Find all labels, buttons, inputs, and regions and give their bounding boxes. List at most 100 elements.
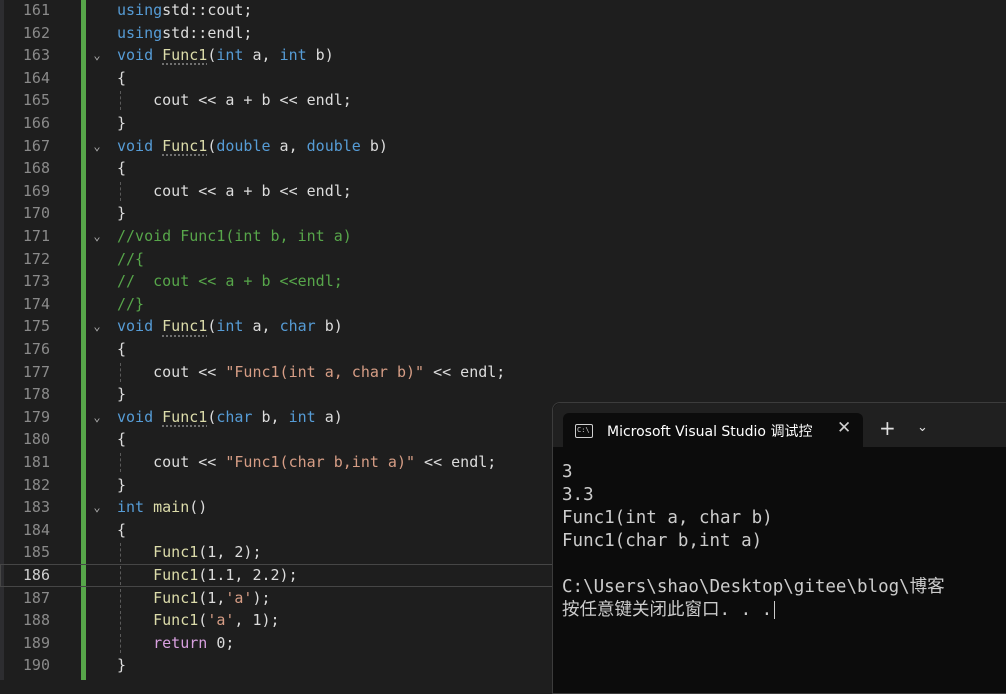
- line-number: 176: [22, 340, 50, 358]
- code-text: }: [117, 204, 127, 223]
- code-text: void Func1(int a, char b): [117, 317, 343, 336]
- code-line[interactable]: 172 //{: [0, 248, 1006, 271]
- code-line[interactable]: 168 {: [0, 157, 1006, 180]
- line-number: 186: [22, 566, 50, 584]
- line-number: 172: [22, 249, 50, 268]
- line-number: 167: [22, 136, 50, 155]
- fold-chevron-icon[interactable]: ⌄: [90, 135, 104, 158]
- line-number: 175: [22, 317, 50, 336]
- code-line[interactable]: 161 usingstd::cout;: [0, 0, 1006, 22]
- line-number: 184: [22, 520, 50, 539]
- debug-console-window[interactable]: C:\ Microsoft Visual Studio 调试控 ✕ + ⌄ 33…: [552, 402, 1006, 694]
- code-line[interactable]: 162 usingstd::endl;: [0, 22, 1006, 45]
- line-number: 161: [22, 1, 50, 19]
- console-output-line: 按任意键关闭此窗口. . .: [562, 599, 1006, 622]
- code-text: cout << "Func1(int a, char b)" << endl;: [117, 362, 506, 381]
- code-text: }: [117, 385, 127, 404]
- code-text: {: [117, 68, 127, 87]
- line-number: 171: [22, 227, 50, 245]
- code-line[interactable]: 175 ⌄ void Func1(int a, char b): [0, 315, 1006, 338]
- line-number: 183: [22, 498, 50, 517]
- line-number: 169: [22, 181, 50, 200]
- code-line[interactable]: 166}: [0, 112, 1006, 135]
- line-number: 180: [22, 430, 50, 449]
- line-number: 170: [22, 204, 50, 223]
- fold-chevron-icon[interactable]: ⌄: [90, 44, 104, 67]
- code-text: {: [117, 159, 127, 178]
- code-text: {: [117, 340, 127, 358]
- code-line[interactable]: 171 ⌄ //void Func1(int b, int a): [0, 225, 1006, 248]
- line-number: 188: [22, 611, 50, 630]
- code-line[interactable]: 163 ⌄ void Func1(int a, int b): [0, 44, 1006, 67]
- code-line[interactable]: 169 cout << a + b << endl;: [0, 180, 1006, 203]
- code-line[interactable]: 165 cout << a + b << endl;: [0, 89, 1006, 112]
- line-number: 187: [22, 588, 50, 607]
- console-output-line: 3.3: [562, 485, 594, 505]
- code-line[interactable]: 167 ⌄ void Func1(double a, double b): [0, 135, 1006, 158]
- line-number: 166: [22, 114, 50, 132]
- console-titlebar: C:\ Microsoft Visual Studio 调试控 ✕ + ⌄: [553, 403, 1006, 447]
- console-tab-title: Microsoft Visual Studio 调试控: [607, 424, 813, 440]
- console-output-line: C:\Users\shao\Desktop\gitee\blog\博客: [562, 577, 945, 597]
- code-text: int main(): [117, 498, 208, 517]
- code-text: }: [117, 475, 127, 494]
- code-text: cout << "Func1(char b,int a)" << endl;: [117, 453, 497, 471]
- code-text: // cout << a + b <<endl;: [117, 272, 343, 291]
- line-number: 179: [22, 407, 50, 426]
- code-text: usingstd::cout;: [117, 1, 253, 19]
- console-output: 3 3.3 Func1(int a, char b) Func1(char b,int…: [562, 461, 1006, 622]
- code-text: }: [117, 114, 127, 132]
- code-text: Func1('a', 1);: [117, 611, 280, 630]
- fold-chevron-icon[interactable]: ⌄: [90, 225, 104, 248]
- line-number: 165: [22, 91, 50, 110]
- code-line[interactable]: 164 {: [0, 67, 1006, 90]
- code-text: void Func1(double a, double b): [117, 136, 388, 155]
- line-number: 178: [22, 385, 50, 404]
- code-line[interactable]: 173 // cout << a + b <<endl;: [0, 270, 1006, 293]
- console-output-line: Func1(char b,int a): [562, 531, 763, 551]
- new-tab-button[interactable]: +: [879, 418, 896, 438]
- code-text: cout << a + b << endl;: [117, 91, 352, 110]
- code-text: }: [117, 656, 127, 675]
- fold-chevron-icon[interactable]: ⌄: [90, 496, 104, 519]
- close-tab-icon[interactable]: ✕: [837, 418, 851, 438]
- text-cursor: [774, 601, 776, 619]
- console-output-line: 3: [562, 462, 573, 482]
- line-number: 173: [22, 272, 50, 291]
- console-output-line: Func1(int a, char b): [562, 508, 773, 528]
- console-tab[interactable]: C:\ Microsoft Visual Studio 调试控 ✕: [563, 413, 863, 447]
- code-line[interactable]: 170}: [0, 202, 1006, 225]
- line-number: 177: [22, 362, 50, 381]
- line-number: 162: [22, 23, 50, 42]
- fold-chevron-icon[interactable]: ⌄: [90, 406, 104, 429]
- line-number: 164: [22, 68, 50, 87]
- code-line[interactable]: 177 cout << "Func1(int a, char b)" << en…: [0, 361, 1006, 384]
- line-number: 190: [22, 656, 50, 675]
- code-text: Func1(1,'a');: [117, 588, 271, 607]
- line-number: 185: [22, 543, 50, 562]
- chevron-down-icon[interactable]: ⌄: [917, 420, 928, 435]
- terminal-icon: C:\: [575, 424, 593, 438]
- code-text: {: [117, 430, 127, 449]
- line-number: 181: [22, 453, 50, 471]
- code-line[interactable]: 174 //}: [0, 293, 1006, 316]
- code-text: //void Func1(int b, int a): [117, 227, 352, 245]
- code-text: Func1(1.1, 2.2);: [117, 566, 298, 584]
- line-number: 174: [22, 294, 50, 313]
- code-text: usingstd::endl;: [117, 23, 253, 42]
- fold-chevron-icon[interactable]: ⌄: [90, 315, 104, 338]
- line-number: 189: [22, 633, 50, 652]
- code-text: Func1(1, 2);: [117, 543, 262, 562]
- code-text: return 0;: [117, 633, 235, 652]
- code-text: void Func1(int a, int b): [117, 46, 334, 65]
- code-text: void Func1(char b, int a): [117, 407, 343, 426]
- code-text: {: [117, 520, 127, 539]
- line-number: 163: [22, 46, 50, 65]
- code-text: //{: [117, 249, 145, 268]
- code-text: //}: [117, 294, 145, 313]
- line-number: 182: [22, 475, 50, 494]
- code-line[interactable]: 176 {: [0, 338, 1006, 361]
- code-text: cout << a + b << endl;: [117, 181, 352, 200]
- line-number: 168: [22, 159, 50, 178]
